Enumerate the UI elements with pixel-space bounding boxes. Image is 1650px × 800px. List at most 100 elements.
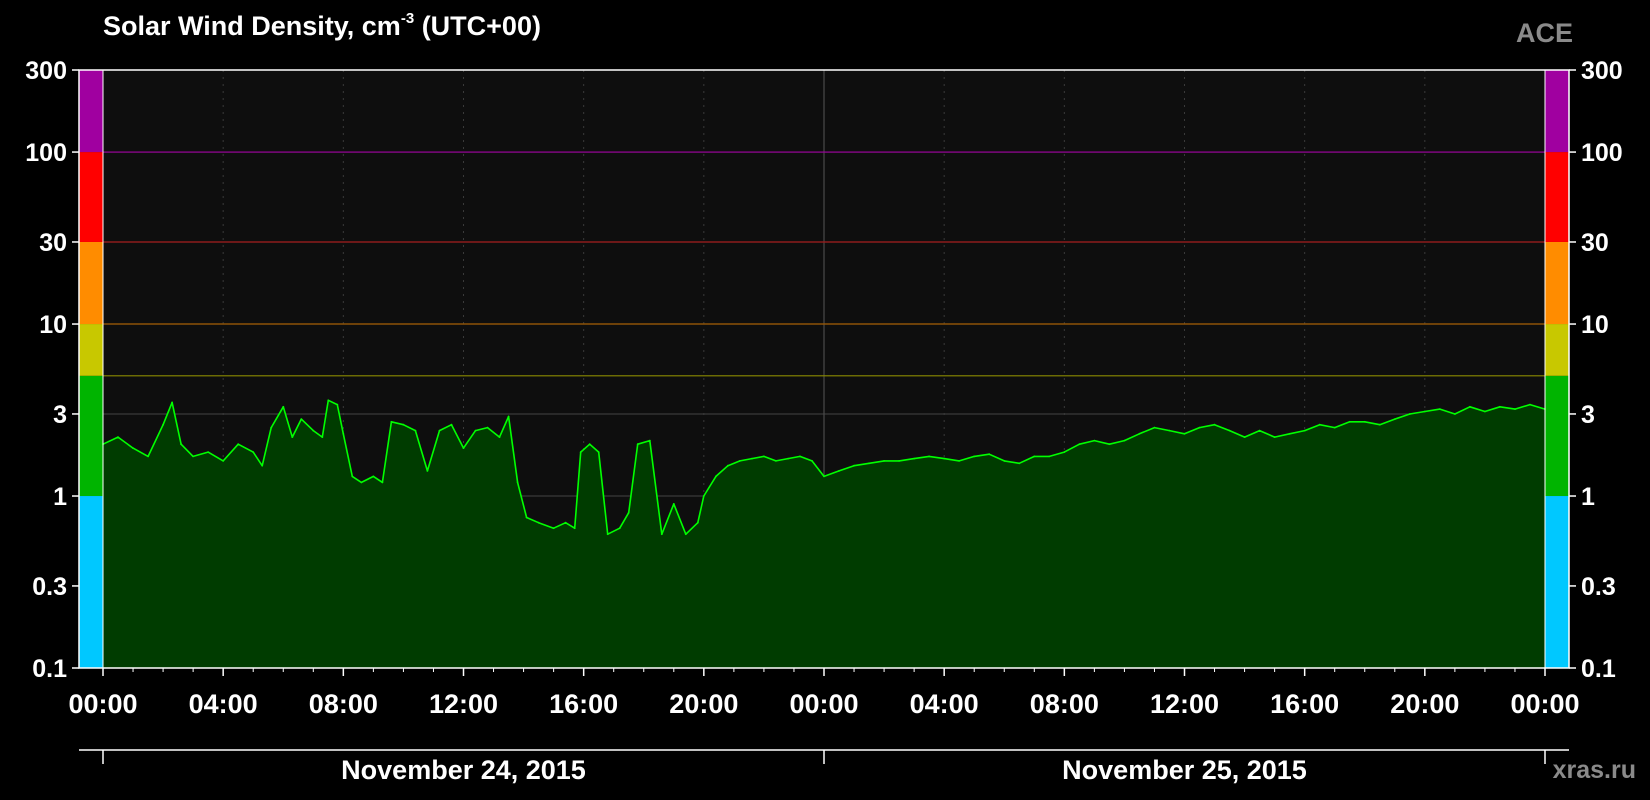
series-point-0-21 (342, 432, 345, 435)
x-tick-label-3: 12:00 (429, 689, 498, 719)
density-chart: 0.1 0.1 0.3 0.3 1 1 3 3 10 10 30 30 100 100 300 300 00:… (25, 57, 1623, 785)
series-point-0-112 (1529, 403, 1531, 406)
level-bar-left-0 (79, 496, 103, 668)
series-point-0-87 (1153, 426, 1156, 429)
series-point-0-50 (648, 439, 651, 442)
x-tick-label-0: 00:00 (68, 689, 137, 719)
series-point-0-109 (1484, 410, 1486, 413)
x-tick-label-7: 04:00 (910, 689, 979, 719)
series-point-0-57 (727, 464, 729, 467)
series-point-0-31 (450, 423, 453, 426)
series-point-0-55 (702, 495, 705, 497)
series-point-0-76 (988, 453, 991, 456)
series-point-0-1 (117, 436, 119, 438)
series-point-0-106 (1439, 408, 1441, 410)
series-point-0-25 (381, 481, 384, 484)
series-point-0-62 (787, 457, 789, 460)
y-tick-label-right-4: 10 (1581, 311, 1609, 339)
series-point-0-51 (660, 533, 663, 536)
y-tick-label-left-4: 10 (39, 311, 67, 339)
series-point-0-26 (390, 420, 393, 423)
series-point-0-43 (579, 451, 582, 453)
series-point-0-7 (192, 455, 195, 458)
series-point-0-49 (636, 443, 639, 446)
title-suffix: (UTC+00) (421, 11, 541, 41)
date-axis: November 24, 2015 November 25, 2015 (79, 749, 1569, 785)
series-point-0-96 (1288, 432, 1291, 435)
series-point-0-79 (1033, 455, 1036, 458)
series-point-0-74 (958, 460, 961, 462)
date-label-0: November 24, 2015 (341, 755, 586, 785)
series-point-0-85 (1123, 439, 1126, 442)
series-point-0-88 (1168, 429, 1171, 432)
level-bar-right-3 (1545, 241, 1569, 325)
source-label: ACE (1515, 18, 1573, 48)
series-point-0-6 (180, 443, 183, 446)
level-bar-left-5 (79, 70, 103, 153)
x-tick-label-12: 00:00 (1510, 689, 1579, 719)
series-point-0-103 (1393, 418, 1396, 420)
series-point-0-64 (811, 460, 813, 462)
series-point-0-10 (237, 443, 240, 446)
y-tick-label-right-0: 0.1 (1581, 655, 1616, 683)
y-tick-label-right-1: 0.3 (1581, 573, 1616, 601)
series-point-0-95 (1273, 436, 1276, 438)
series-point-0-27 (402, 423, 405, 426)
series-point-0-44 (588, 443, 591, 446)
series-point-0-45 (597, 451, 600, 453)
series-point-0-65 (823, 475, 825, 478)
series-point-0-89 (1183, 432, 1186, 435)
series-point-0-32 (462, 447, 465, 449)
y-tick-label-right-2: 1 (1581, 483, 1595, 511)
series-point-0-104 (1408, 413, 1411, 415)
series-point-0-46 (606, 533, 609, 536)
series-point-0-35 (498, 436, 501, 438)
series-point-0-41 (564, 521, 567, 524)
y-tick-label-right-6: 100 (1581, 139, 1623, 167)
series-point-0-110 (1499, 405, 1501, 408)
series-point-0-86 (1138, 432, 1141, 435)
title-text: Solar Wind Density, cm (103, 11, 401, 41)
y-tick-label-left-0: 0.1 (32, 655, 67, 683)
series-point-0-99 (1333, 426, 1336, 429)
level-bar-right-0 (1545, 496, 1569, 668)
level-bar-right-4 (1545, 152, 1569, 242)
series-point-0-92 (1228, 429, 1231, 432)
series-point-0-8 (207, 451, 210, 453)
series-point-0-9 (222, 460, 225, 462)
credit-link[interactable]: xras.ru (1553, 756, 1636, 785)
series-point-0-20 (336, 403, 339, 406)
series-point-0-18 (321, 436, 324, 438)
series-point-0-81 (1063, 451, 1066, 453)
series-point-0-24 (372, 475, 375, 478)
series-point-0-61 (775, 460, 777, 462)
series-point-0-33 (474, 429, 477, 432)
series-point-0-90 (1198, 426, 1201, 429)
series-point-0-75 (973, 455, 976, 458)
series-point-0-47 (618, 527, 621, 530)
y-tick-label-left-2: 1 (53, 483, 67, 511)
y-tick-label-left-3: 3 (53, 401, 67, 429)
y-tick-label-left-5: 30 (39, 229, 67, 257)
x-tick-label-4: 16:00 (549, 689, 618, 719)
series-point-0-111 (1514, 408, 1516, 410)
series-point-0-15 (291, 436, 294, 438)
series-point-0-4 (162, 423, 165, 426)
series-point-0-67 (853, 464, 855, 467)
series-point-0-37 (516, 481, 519, 484)
series-point-0-71 (913, 457, 915, 460)
series-point-0-56 (715, 475, 717, 478)
series-point-0-54 (696, 521, 699, 524)
level-bar-left-3 (79, 241, 103, 325)
series-point-0-98 (1318, 423, 1321, 426)
series-point-0-94 (1258, 429, 1261, 432)
series-point-0-2 (132, 447, 134, 449)
y-tick-label-right-3: 3 (1581, 401, 1595, 429)
series-point-0-36 (507, 415, 510, 418)
chart-title: Solar Wind Density, cm-3 (UTC+00) (103, 10, 541, 42)
series-point-0-60 (763, 455, 765, 458)
series-point-0-30 (438, 429, 441, 432)
level-bar-right-2 (1545, 324, 1569, 376)
level-bar-left-2 (79, 324, 103, 376)
x-tick-label-11: 20:00 (1390, 689, 1459, 719)
